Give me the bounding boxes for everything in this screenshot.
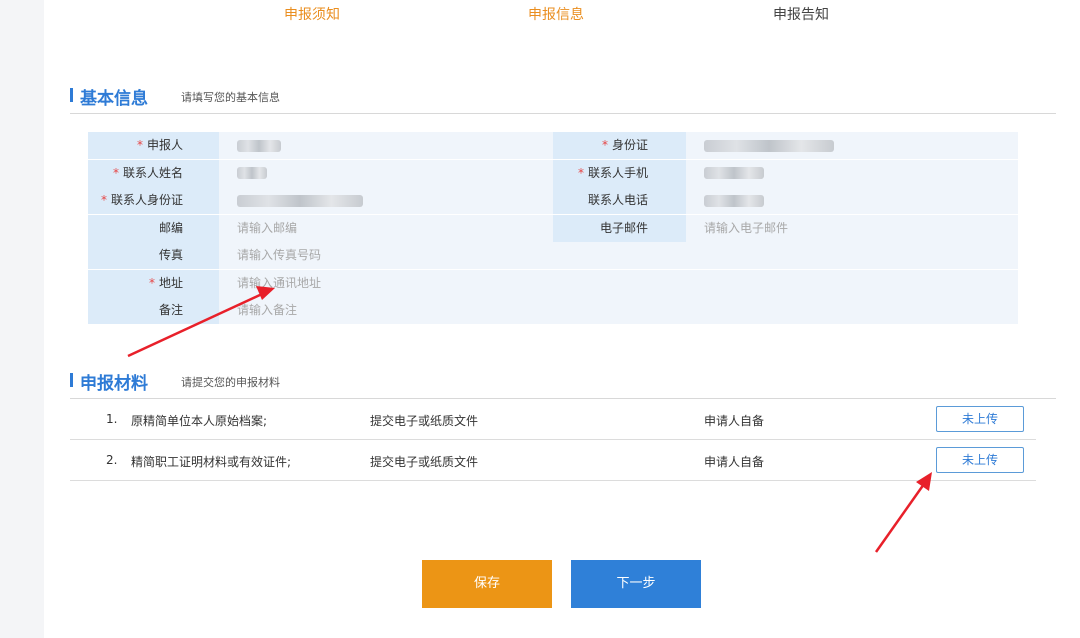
wide-2-field[interactable]: 请输入备注 [219, 297, 1018, 324]
form-row: * 联系人身份证 联系人电话 [88, 187, 1018, 215]
material-number: 1. [106, 412, 118, 426]
required-marker: * [112, 165, 119, 180]
step-info[interactable]: 申报信息 [528, 4, 584, 24]
redacted-value [237, 167, 267, 179]
step-notice[interactable]: 申报须知 [284, 4, 340, 24]
material-number: 2. [106, 453, 118, 467]
material-name: 原精简单位本人原始档案; [131, 414, 268, 428]
required-marker: * [136, 138, 143, 152]
left-2-label: * 联系人身份证 [88, 187, 219, 214]
page-content: 申报须知 申报信息 申报告知 基本信息 请填写您的基本信息 * 申报人 * 身份证 * 联… [44, 0, 1080, 638]
right-1-field[interactable] [686, 159, 1018, 187]
wide-1-placeholder: 请输入通讯地址 [237, 275, 322, 290]
left-1-label-text: 联系人姓名 [122, 165, 183, 180]
material-source: 申请人自备 [704, 414, 765, 428]
form-row: 备注 请输入备注 [88, 297, 1018, 325]
save-button[interactable]: 保存 [422, 560, 552, 608]
left-3-field[interactable]: 请输入邮编 [219, 214, 553, 242]
left-0-label: * 申报人 [88, 132, 219, 159]
form-row: 传真 请输入传真号码 [88, 242, 1018, 270]
right-2-field[interactable] [686, 187, 1018, 214]
form-row: * 地址 请输入通讯地址 [88, 269, 1018, 298]
step-inform[interactable]: 申报告知 [773, 4, 829, 24]
redacted-value [704, 139, 834, 152]
wide-1-label: * 地址 [88, 269, 219, 297]
left-3-label: 邮编 [88, 214, 219, 242]
wide-0-label-text: 传真 [158, 248, 183, 262]
material-name: 精简职工证明材料或有效证件; [131, 455, 292, 469]
form-row: 邮编 请输入邮编 电子邮件 请输入电子邮件 [88, 214, 1018, 243]
wide-0-label: 传真 [88, 242, 219, 269]
left-3-label-text: 邮编 [158, 220, 183, 235]
material-type: 提交电子或纸质文件 [370, 414, 479, 428]
right-1-label-text: 联系人手机 [587, 165, 648, 180]
right-3-field[interactable]: 请输入电子邮件 [686, 214, 1018, 242]
basic-info-hint: 请填写您的基本信息 [181, 91, 280, 104]
right-2-label-text: 联系人电话 [587, 193, 648, 207]
section-marker [70, 373, 73, 387]
form-row: * 申报人 * 身份证 [88, 132, 1018, 160]
right-0-label-text: 身份证 [611, 138, 648, 152]
right-3-label: 电子邮件 [553, 214, 686, 242]
left-0-field[interactable] [219, 132, 553, 159]
wide-1-label-text: 地址 [158, 275, 183, 290]
materials-hint: 请提交您的申报材料 [181, 376, 280, 389]
right-0-label: * 身份证 [553, 132, 686, 159]
redacted-value [237, 139, 281, 152]
right-1-label: * 联系人手机 [553, 159, 686, 187]
left-1-field[interactable] [219, 159, 553, 187]
basic-info-title: 基本信息 [80, 89, 148, 109]
section-marker [70, 88, 73, 102]
required-marker: * [100, 193, 107, 207]
wide-2-label: 备注 [88, 297, 219, 324]
next-step-button[interactable]: 下一步 [571, 560, 701, 608]
redacted-value [704, 167, 764, 179]
upload-status-button[interactable]: 未上传 [936, 447, 1024, 473]
upload-status-button[interactable]: 未上传 [936, 406, 1024, 432]
material-source: 申请人自备 [704, 455, 765, 469]
right-3-label-text: 电子邮件 [599, 220, 648, 235]
wide-1-field[interactable]: 请输入通讯地址 [219, 269, 1018, 297]
materials-title: 申报材料 [80, 374, 148, 394]
right-2-label: 联系人电话 [553, 187, 686, 214]
right-0-field[interactable] [686, 132, 1018, 159]
left-2-label-text: 联系人身份证 [110, 193, 183, 207]
left-0-label-text: 申报人 [146, 138, 183, 152]
material-type: 提交电子或纸质文件 [370, 455, 479, 469]
left-1-label: * 联系人姓名 [88, 159, 219, 187]
basic-info-form: * 申报人 * 身份证 * 联系人姓名 * 联系人手机 * 联系人身份证 联系人电话 邮编 请输入邮编电… [88, 132, 1018, 325]
right-3-placeholder: 请输入电子邮件 [704, 220, 789, 235]
divider [70, 113, 1056, 114]
wide-2-label-text: 备注 [158, 303, 183, 317]
materials-list: 1. 原精简单位本人原始档案; 提交电子或纸质文件 申请人自备 未上传 2. 精简职工证明材… [70, 399, 1036, 481]
redacted-value [237, 194, 363, 207]
required-marker: * [148, 275, 155, 290]
wide-0-field[interactable]: 请输入传真号码 [219, 242, 1018, 269]
step-nav: 申报须知 申报信息 申报告知 [44, 0, 1080, 30]
left-2-field[interactable] [219, 187, 553, 214]
wide-2-placeholder: 请输入备注 [237, 303, 298, 317]
material-row: 1. 原精简单位本人原始档案; 提交电子或纸质文件 申请人自备 未上传 [70, 399, 1036, 440]
form-row: * 联系人姓名 * 联系人手机 [88, 159, 1018, 188]
required-marker: * [577, 165, 584, 180]
left-3-placeholder: 请输入邮编 [237, 220, 298, 235]
material-row: 2. 精简职工证明材料或有效证件; 提交电子或纸质文件 申请人自备 未上传 [70, 440, 1036, 481]
required-marker: * [601, 138, 608, 152]
redacted-value [704, 194, 764, 207]
wide-0-placeholder: 请输入传真号码 [237, 248, 322, 262]
